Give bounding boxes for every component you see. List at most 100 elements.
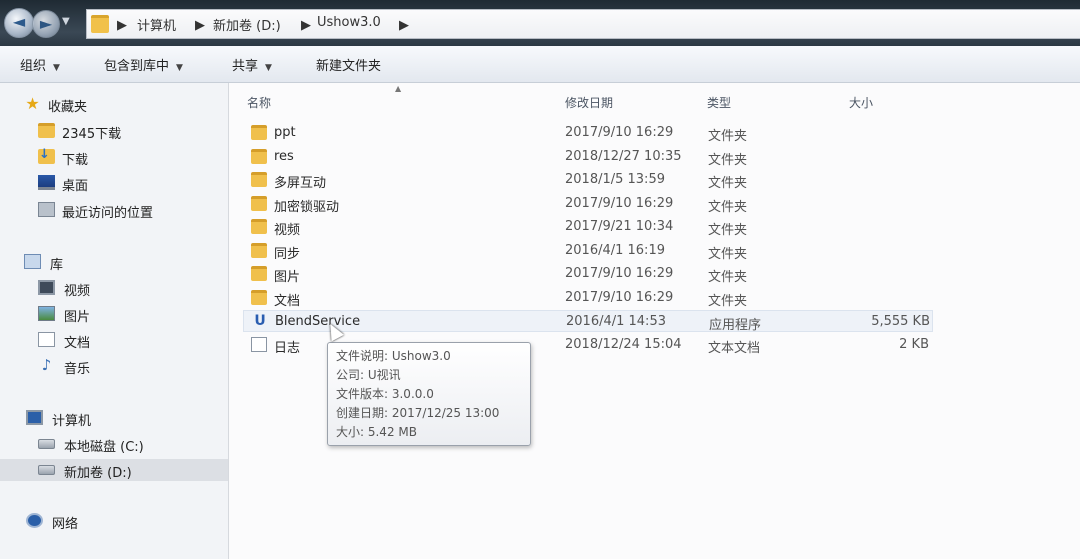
nav-item-pictures[interactable]: 图片 (0, 303, 228, 325)
nav-item-label: 视频 (64, 284, 91, 299)
file-name: 文档 (274, 293, 301, 309)
nav-item-videos[interactable]: 视频 (0, 277, 228, 299)
nav-item-documents[interactable]: 文档 (0, 329, 228, 351)
table-row[interactable]: 文档 2017/9/10 16:29 文件夹 (243, 287, 933, 309)
star-icon: ★ (25, 94, 40, 113)
forward-button[interactable]: ► (32, 10, 60, 38)
folder-icon (251, 219, 267, 234)
file-date: 2018/12/24 15:04 (565, 336, 682, 352)
folder-icon (251, 125, 267, 140)
table-row[interactable]: ppt 2017/9/10 16:29 文件夹 (243, 122, 933, 144)
chevron-right-icon[interactable]: ▶ (399, 18, 409, 33)
file-name: BlendService (275, 314, 361, 329)
table-row[interactable]: 多屏互动 2018/1/5 13:59 文件夹 (243, 169, 933, 191)
tooltip-version: 文件版本: 3.0.0.0 (336, 387, 434, 401)
video-icon (38, 280, 55, 295)
file-name: 日志 (274, 340, 301, 356)
nav-item-2345-downloads[interactable]: 2345下载 (0, 120, 228, 142)
breadcrumb-ushow[interactable]: Ushow3.0 (317, 15, 381, 30)
computer-icon (26, 410, 43, 425)
file-name: 多屏互动 (274, 176, 327, 191)
nav-item-recent-places[interactable]: 最近访问的位置 (0, 199, 228, 221)
nav-item-desktop[interactable]: 桌面 (0, 172, 228, 194)
file-date: 2017/9/10 16:29 (565, 195, 674, 211)
nav-item-drive-c[interactable]: 本地磁盘 (C:) (0, 433, 228, 455)
nav-computer[interactable]: 计算机 (0, 407, 228, 429)
folder-icon (251, 172, 267, 187)
share-button[interactable]: 共享 ▼ (232, 55, 272, 74)
text-file-icon (251, 336, 267, 352)
chevron-right-icon[interactable]: ▶ (117, 18, 127, 33)
table-row[interactable]: 视频 2017/9/21 10:34 文件夹 (243, 216, 933, 238)
file-type: 文件夹 (708, 129, 748, 144)
file-date: 2017/9/21 10:34 (565, 219, 674, 234)
file-date: 2018/12/27 10:35 (565, 148, 682, 164)
tooltip-created: 创建日期: 2017/12/25 13:00 (336, 406, 500, 420)
nav-item-drive-d[interactable]: 新加卷 (D:) (0, 459, 228, 481)
folder-icon (91, 15, 109, 33)
file-list[interactable]: ▲ 名称 修改日期 类型 大小 ppt 2017/9/10 16:29 文件夹 res… (229, 83, 1080, 559)
breadcrumb-computer[interactable]: 计算机 (137, 15, 176, 34)
nav-item-label: 新加卷 (D:) (64, 466, 132, 481)
nav-favorites[interactable]: ★ 收藏夹 (0, 93, 228, 116)
include-in-library-button[interactable]: 包含到库中 ▼ (104, 55, 183, 74)
folder-icon (251, 266, 267, 281)
file-date: 2016/4/1 14:53 (566, 314, 666, 329)
app-icon: U (254, 313, 266, 329)
file-name: 图片 (274, 270, 301, 285)
file-name: ppt (274, 125, 296, 140)
hard-drive-icon (38, 439, 55, 449)
file-date: 2017/9/10 16:29 (565, 289, 674, 305)
chevron-right-icon[interactable]: ▶ (195, 18, 205, 33)
file-type: 文件夹 (708, 270, 748, 285)
command-bar: 组织 ▼ 包含到库中 ▼ 共享 ▼ 新建文件夹 (0, 46, 1080, 83)
organize-label: 组织 (20, 59, 47, 74)
column-header-date[interactable]: 修改日期 (565, 94, 613, 111)
nav-network-label: 网络 (52, 517, 79, 532)
table-row[interactable]: 同步 2016/4/1 16:19 文件夹 (243, 240, 933, 262)
file-name: res (274, 148, 294, 164)
breadcrumb-drive-d[interactable]: 新加卷 (D:) (213, 15, 281, 34)
file-type: 应用程序 (709, 318, 762, 333)
nav-item-downloads[interactable]: 下载 (0, 146, 228, 168)
back-button[interactable]: ◄ (4, 8, 34, 38)
hard-drive-icon (38, 465, 55, 475)
nav-libraries[interactable]: 库 (0, 251, 228, 273)
breadcrumb[interactable]: ▶ 计算机 ▶ 新加卷 (D:) ▶ Ushow3.0 ▶ (86, 9, 1080, 39)
nav-item-label: 本地磁盘 (C:) (64, 440, 144, 455)
nav-item-label: 文档 (64, 336, 91, 351)
table-row[interactable]: res 2018/12/27 10:35 文件夹 (243, 146, 933, 168)
table-row[interactable]: 加密锁驱动 2017/9/10 16:29 文件夹 (243, 193, 933, 215)
file-date: 2017/9/10 16:29 (565, 266, 674, 281)
nav-item-label: 2345下载 (62, 127, 122, 142)
nav-libraries-label: 库 (50, 258, 64, 273)
downloads-icon (38, 147, 55, 164)
file-tooltip: 文件说明: Ushow3.0 公司: U视讯 文件版本: 3.0.0.0 创建日… (327, 342, 531, 446)
folder-icon (251, 148, 267, 164)
chevron-right-icon[interactable]: ▶ (301, 18, 311, 33)
library-icon (24, 254, 41, 269)
file-type: 文件夹 (708, 293, 748, 309)
recent-pages-dropdown[interactable]: ▼ (62, 16, 70, 27)
file-name: 同步 (274, 246, 301, 262)
nav-network[interactable]: 网络 (0, 510, 228, 532)
file-type: 文件夹 (708, 176, 748, 191)
nav-item-label: 桌面 (62, 179, 89, 194)
file-type: 文本文档 (708, 340, 761, 356)
file-type: 文件夹 (708, 223, 748, 238)
column-header-name[interactable]: 名称 (247, 94, 271, 111)
organize-button[interactable]: 组织 ▼ (20, 55, 60, 74)
include-library-label: 包含到库中 (104, 59, 170, 74)
forward-arrow-icon: ► (39, 14, 53, 33)
table-row[interactable]: U BlendService 2016/4/1 14:53 应用程序 5,555 KB (243, 310, 933, 333)
folder-icon (251, 195, 267, 211)
tooltip-size: 大小: 5.42 MB (336, 425, 417, 439)
picture-icon (38, 306, 55, 321)
nav-favorites-label: 收藏夹 (48, 100, 88, 115)
column-header-type[interactable]: 类型 (707, 94, 731, 111)
column-header-size[interactable]: 大小 (849, 94, 873, 111)
new-folder-button[interactable]: 新建文件夹 (316, 55, 381, 74)
file-date: 2016/4/1 16:19 (565, 242, 665, 258)
nav-item-music[interactable]: ♪ 音乐 (0, 355, 228, 378)
table-row[interactable]: 图片 2017/9/10 16:29 文件夹 (243, 263, 933, 285)
